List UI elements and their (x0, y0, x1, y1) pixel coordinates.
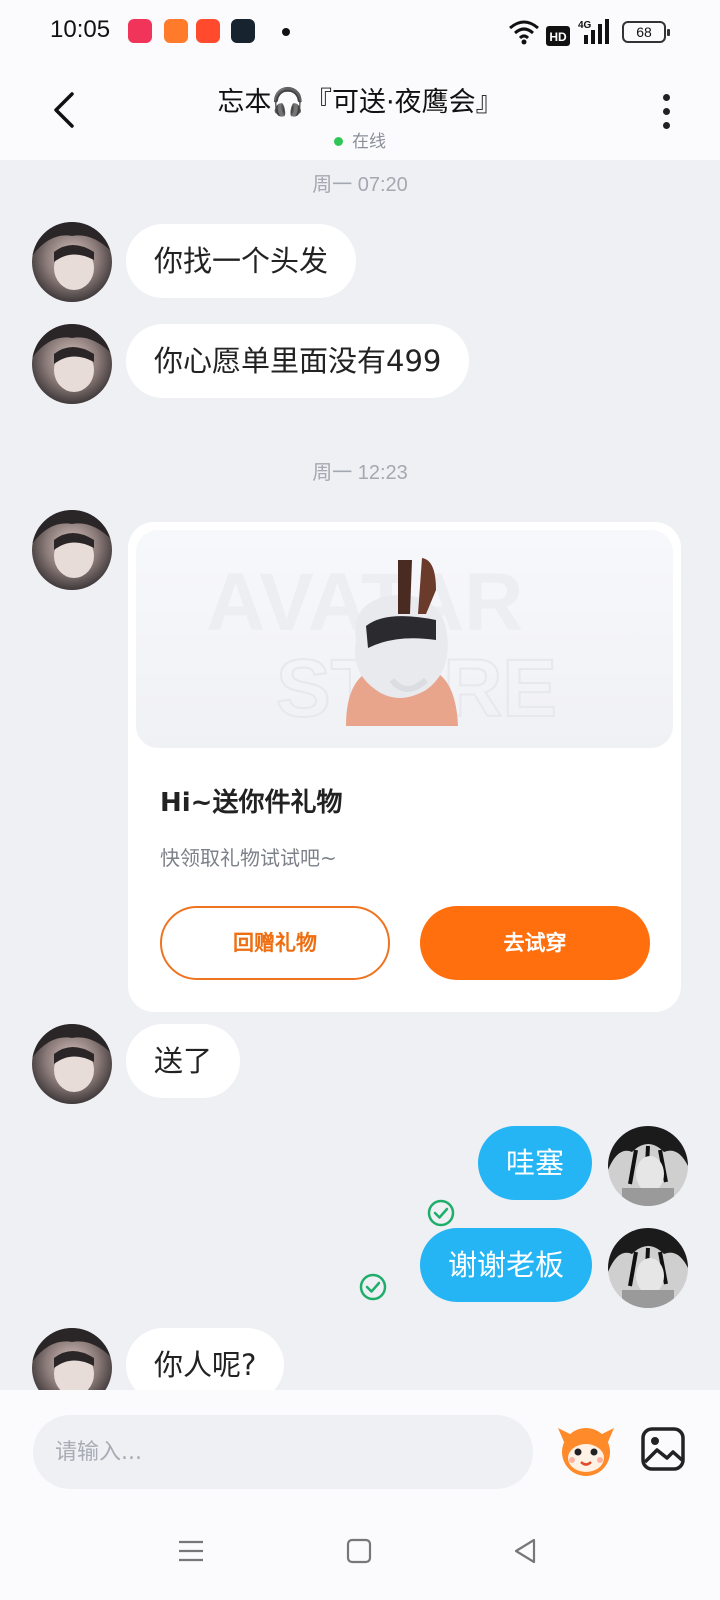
game-app-icon (164, 19, 188, 43)
chat-title: 忘本🎧『可送·夜鹰会』 (217, 87, 503, 118)
chat-header: 忘本🎧『可送·夜鹰会』 在线 (0, 66, 720, 160)
avatar[interactable] (32, 1024, 112, 1104)
gift-card[interactable]: AVATAR STORE Hi~送你件礼物 快领取礼物试试吧~ 回赠礼物 去试穿 (128, 522, 681, 1012)
menu-icon[interactable] (176, 1536, 206, 1566)
message-bubble[interactable]: 你找一个头发 (126, 224, 357, 298)
message-bubble-sent[interactable]: 哇塞 (477, 1126, 592, 1200)
image-icon[interactable] (640, 1426, 686, 1472)
avatar[interactable] (32, 324, 112, 404)
more-options-button[interactable] (660, 92, 674, 132)
back-triangle-icon[interactable] (510, 1536, 540, 1566)
online-label: 在线 (352, 132, 386, 152)
online-dot-icon (334, 137, 343, 146)
status-bar: 10:05 HD 4G 68 (0, 0, 720, 66)
reader-app-icon (231, 19, 255, 43)
hd-label: HD (549, 30, 567, 44)
message-input[interactable] (33, 1415, 533, 1489)
avatar[interactable] (32, 1328, 112, 1390)
home-square-icon[interactable] (344, 1536, 374, 1566)
chat-title-area[interactable]: 忘本🎧『可送·夜鹰会』 在线 (120, 80, 600, 152)
message-bubble[interactable]: 送了 (126, 1024, 241, 1098)
message-bubble-sent[interactable]: 谢谢老板 (419, 1228, 592, 1302)
gift-preview-image: AVATAR STORE (136, 530, 673, 748)
message-bubble[interactable]: 你心愿单里面没有499 (126, 324, 470, 398)
check-circle-icon (359, 1273, 387, 1301)
gift-card-title: Hi~送你件礼物 (160, 788, 343, 818)
status-time: 10:05 (50, 16, 111, 43)
gift-card-subtitle: 快领取礼物试试吧~ (160, 846, 337, 870)
emoji-mascot-icon[interactable] (556, 1420, 616, 1480)
music-app-icon (128, 19, 152, 43)
timestamp: 周一 07:20 (312, 174, 408, 196)
notification-dot (282, 28, 290, 36)
signal-icon: 4G (578, 19, 609, 44)
video-app-icon (196, 19, 220, 43)
avatar[interactable] (32, 222, 112, 302)
my-avatar[interactable] (608, 1228, 688, 1308)
network-label: 4G (578, 20, 592, 31)
timestamp: 周一 12:23 (312, 462, 408, 484)
hd-icon: HD (546, 26, 570, 46)
input-bar (0, 1390, 720, 1500)
my-avatar[interactable] (608, 1126, 688, 1206)
message-bubble[interactable]: 你人呢? (126, 1328, 285, 1390)
wifi-icon (509, 20, 539, 45)
online-status: 在线 (120, 127, 600, 152)
avatar[interactable] (32, 510, 112, 590)
back-arrow-icon[interactable] (46, 88, 86, 132)
message-list[interactable]: 周一 07:20 你找一个头发 你心愿单里面没有499 周一 12:23 AVA… (0, 160, 720, 1390)
try-on-button[interactable]: 去试穿 (420, 906, 650, 980)
battery-indicator: 68 (622, 21, 670, 43)
check-circle-icon (427, 1199, 455, 1227)
system-nav-bar (0, 1500, 720, 1600)
return-gift-button[interactable]: 回赠礼物 (160, 906, 390, 980)
